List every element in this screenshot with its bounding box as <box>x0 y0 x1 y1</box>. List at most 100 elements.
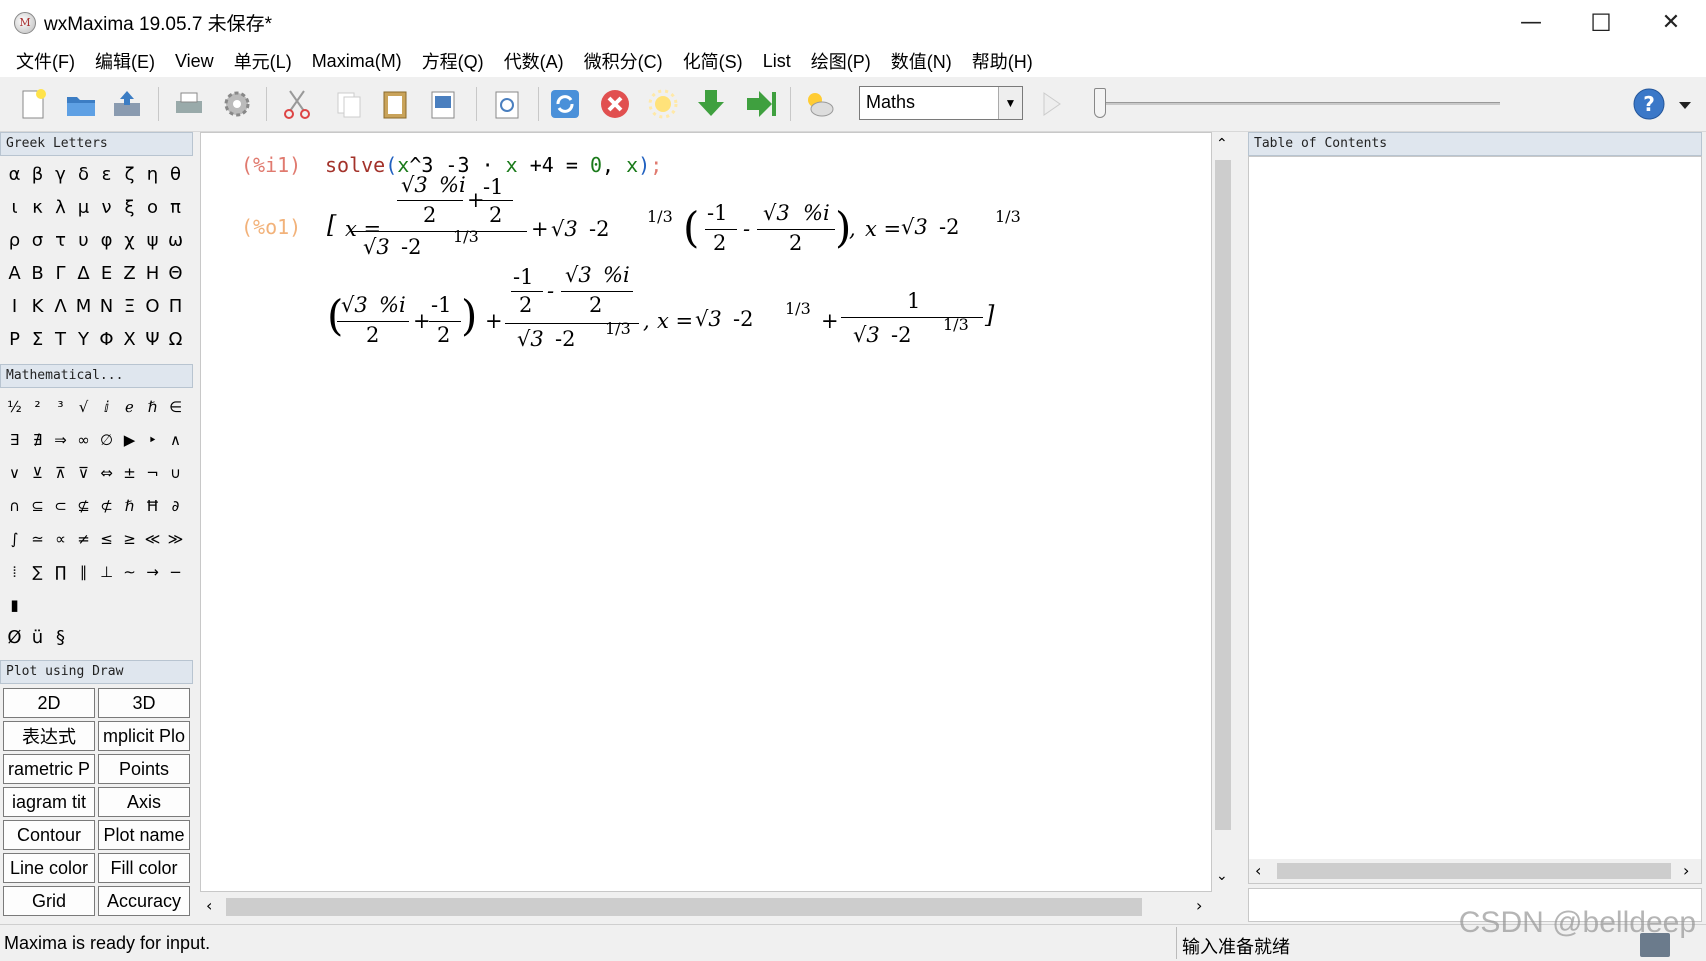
worksheet-horizontal-scrollbar[interactable]: ‹ › <box>200 892 1212 922</box>
menu-maxima[interactable]: Maxima(M) <box>302 51 412 72</box>
greek-letter-button-44[interactable]: Φ <box>95 323 118 356</box>
greek-letter-button-47[interactable]: Ω <box>164 323 187 356</box>
greek-letter-button-38[interactable]: Ο <box>141 290 164 323</box>
greek-letter-button-13[interactable]: ξ <box>118 191 141 224</box>
plot-button-7[interactable]: Axis <box>98 787 190 817</box>
greek-letter-button-23[interactable]: ω <box>164 224 187 257</box>
horizontal-scroll-thumb[interactable] <box>226 898 1142 916</box>
scroll-left-icon[interactable]: ‹ <box>206 896 212 915</box>
menu-plot[interactable]: 绘图(P) <box>801 48 881 74</box>
input-expression[interactable]: solve(x^3 -3 · x +4 = 0, x); <box>325 153 662 177</box>
greek-letter-button-16[interactable]: ρ <box>3 224 26 257</box>
plot-button-9[interactable]: Plot name <box>98 820 190 850</box>
copy-icon[interactable] <box>330 85 368 123</box>
math-symbol-button-36[interactable]: ≤ <box>95 522 118 555</box>
math-symbol-button-39[interactable]: ≫ <box>164 522 187 555</box>
scroll-up-icon[interactable]: ⌃ <box>1216 136 1228 152</box>
open-folder-icon[interactable] <box>62 85 100 123</box>
math-symbol-button-16[interactable]: ∨ <box>3 456 26 489</box>
sun-icon[interactable] <box>644 85 682 123</box>
worksheet-vertical-scrollbar[interactable]: ⌃ ⌄ <box>1212 132 1234 892</box>
greek-letter-button-3[interactable]: δ <box>72 158 95 191</box>
greek-letter-button-31[interactable]: Θ <box>164 257 187 290</box>
plot-button-12[interactable]: Grid <box>3 886 95 916</box>
greek-letter-button-28[interactable]: Ε <box>95 257 118 290</box>
greek-letter-button-30[interactable]: Η <box>141 257 164 290</box>
greek-letter-button-7[interactable]: θ <box>164 158 187 191</box>
math-symbol-button-23[interactable]: ∪ <box>164 456 187 489</box>
greek-letter-button-42[interactable]: Τ <box>49 323 72 356</box>
greek-letter-button-27[interactable]: Δ <box>72 257 95 290</box>
math-symbol-button-22[interactable]: ¬ <box>141 456 164 489</box>
toc-scroll-right-icon[interactable]: › <box>1683 861 1689 880</box>
vertical-scroll-thumb[interactable] <box>1215 160 1231 830</box>
menu-equations[interactable]: 方程(Q) <box>412 48 494 74</box>
settings-icon[interactable] <box>218 85 256 123</box>
math-symbol-button-4[interactable]: ⅈ <box>95 390 118 423</box>
worksheet[interactable]: (%i1) solve(x^3 -3 · x +4 = 0, x); (%o1)… <box>200 132 1212 892</box>
cut-icon[interactable] <box>278 85 316 123</box>
math-symbol-button-17[interactable]: ⊻ <box>26 456 49 489</box>
menu-edit[interactable]: 编辑(E) <box>85 48 165 74</box>
greek-letter-button-33[interactable]: Κ <box>26 290 49 323</box>
greek-letter-button-34[interactable]: Λ <box>49 290 72 323</box>
play-icon[interactable] <box>1032 85 1070 123</box>
math-symbol-button-26[interactable]: ⊂ <box>49 489 72 522</box>
math-symbol-button-2[interactable]: ³ <box>49 390 72 423</box>
math-symbol-button-19[interactable]: ⊽ <box>72 456 95 489</box>
minimize-button[interactable]: — <box>1496 0 1566 45</box>
menu-simplify[interactable]: 化简(S) <box>673 48 753 74</box>
plot-button-1[interactable]: 3D <box>98 688 190 718</box>
math-symbol-button-9[interactable]: ∄ <box>26 423 49 456</box>
menu-file[interactable]: 文件(F) <box>6 48 85 74</box>
greek-letter-button-10[interactable]: λ <box>49 191 72 224</box>
greek-letter-button-25[interactable]: Β <box>26 257 49 290</box>
plot-button-5[interactable]: Points <box>98 754 190 784</box>
cell-type-select[interactable]: Maths ▼ <box>859 86 1023 120</box>
math-symbol-button-42[interactable]: ∏ <box>49 555 72 588</box>
menu-numeric[interactable]: 数值(N) <box>881 48 962 74</box>
menu-view[interactable]: View <box>165 51 224 72</box>
plot-button-3[interactable]: mplicit Plo <box>98 721 190 751</box>
math-symbol-button-28[interactable]: ⊄ <box>95 489 118 522</box>
plot-button-4[interactable]: rametric P <box>3 754 95 784</box>
forward-icon[interactable] <box>742 85 780 123</box>
plot-button-0[interactable]: 2D <box>3 688 95 718</box>
math-symbol-button-43[interactable]: ∥ <box>72 555 95 588</box>
greek-letter-button-14[interactable]: ο <box>141 191 164 224</box>
math-symbol-button-37[interactable]: ≥ <box>118 522 141 555</box>
math-symbol-button-44[interactable]: ⊥ <box>95 555 118 588</box>
math-symbol-button-15[interactable]: ∧ <box>164 423 187 456</box>
greek-letter-button-36[interactable]: Ν <box>95 290 118 323</box>
toolbar-overflow-icon[interactable] <box>1674 85 1696 123</box>
greek-letter-button-12[interactable]: ν <box>95 191 118 224</box>
weather-icon[interactable] <box>800 85 838 123</box>
math-symbol-button-6[interactable]: ℏ <box>141 390 164 423</box>
greek-letter-button-41[interactable]: Σ <box>26 323 49 356</box>
math-symbol-button-18[interactable]: ⊼ <box>49 456 72 489</box>
greek-letter-button-9[interactable]: κ <box>26 191 49 224</box>
math-symbol-button-41[interactable]: ∑ <box>26 555 49 588</box>
plot-button-10[interactable]: Line color <box>3 853 95 883</box>
greek-letter-button-45[interactable]: Χ <box>118 323 141 356</box>
select-all-icon[interactable] <box>424 85 462 123</box>
math-symbol-button-8[interactable]: ∃ <box>3 423 26 456</box>
greek-letter-button-18[interactable]: τ <box>49 224 72 257</box>
greek-letter-button-24[interactable]: Α <box>3 257 26 290</box>
greek-letter-button-35[interactable]: Μ <box>72 290 95 323</box>
math-symbol-button-33[interactable]: ≃ <box>26 522 49 555</box>
download-icon[interactable] <box>692 85 730 123</box>
toc-scroll-left-icon[interactable]: ‹ <box>1255 861 1261 880</box>
math-symbol-button-0[interactable]: ½ <box>3 390 26 423</box>
greek-letter-button-2[interactable]: γ <box>49 158 72 191</box>
greek-letter-button-39[interactable]: Π <box>164 290 187 323</box>
greek-letter-button-8[interactable]: ι <box>3 191 26 224</box>
math-symbol-button-25[interactable]: ⊆ <box>26 489 49 522</box>
scroll-down-icon[interactable]: ⌄ <box>1216 868 1228 884</box>
close-button[interactable]: ✕ <box>1636 0 1706 45</box>
toc-scroll-thumb[interactable] <box>1277 863 1671 879</box>
math-symbol-button-29[interactable]: ℏ <box>118 489 141 522</box>
math-symbol-button-11[interactable]: ∞ <box>72 423 95 456</box>
plot-button-2[interactable]: 表达式 <box>3 721 95 751</box>
greek-letter-button-0[interactable]: α <box>3 158 26 191</box>
